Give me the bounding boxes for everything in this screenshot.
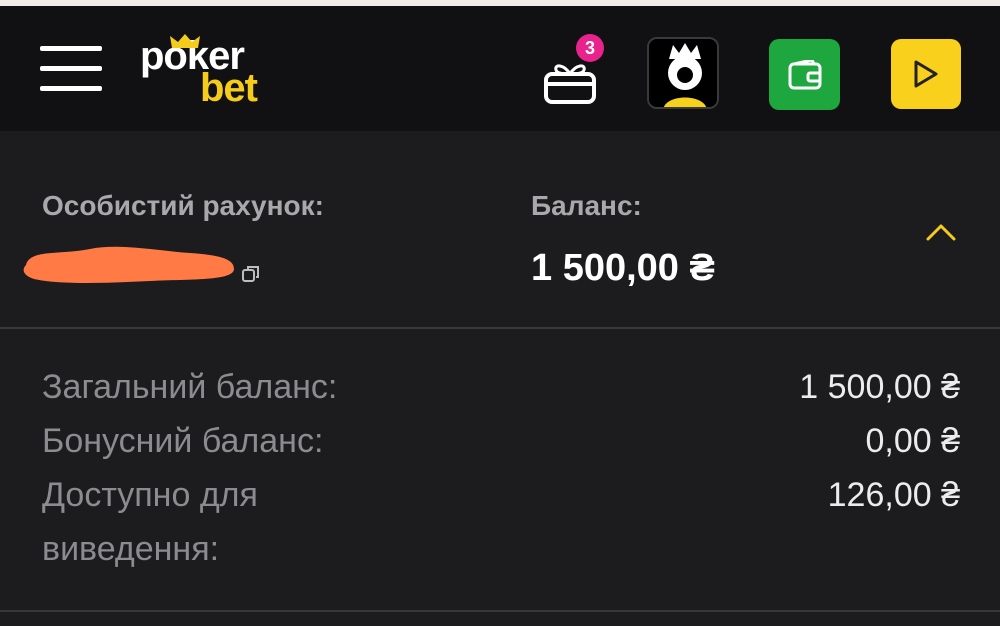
account-label: Особистий рахунок: xyxy=(42,190,324,221)
chevron-up-icon[interactable] xyxy=(924,221,958,243)
user-avatar[interactable] xyxy=(647,37,719,109)
pokerbet-logo[interactable]: poker bet xyxy=(140,34,280,110)
gift-button[interactable]: 3 xyxy=(540,34,610,110)
play-icon xyxy=(914,60,938,88)
account-summary: Особистий рахунок: Баланс: 1 500,00 ₴ xyxy=(0,131,1000,329)
withdrawable-value: 126,00 ₴ xyxy=(827,476,960,514)
balance-details: Загальний баланс: 1 500,00 ₴ Бонусний ба… xyxy=(0,330,1000,612)
logo-text-bet: bet xyxy=(200,66,258,110)
withdrawable-label: Доступно для виведення: xyxy=(42,476,258,568)
crown-icon xyxy=(170,34,200,48)
bonus-balance-label: Бонусний баланс: xyxy=(42,422,324,460)
balance-label: Баланс: xyxy=(531,190,642,221)
hamburger-menu-icon[interactable] xyxy=(40,46,102,92)
total-balance-value: 1 500,00 ₴ xyxy=(799,368,960,406)
total-balance-label: Загальний баланс: xyxy=(42,368,338,406)
gift-badge: 3 xyxy=(576,34,604,62)
wallet-icon xyxy=(788,59,821,89)
copy-icon[interactable] xyxy=(242,265,260,283)
wallet-button[interactable] xyxy=(769,39,840,110)
account-number-redacted xyxy=(23,246,234,283)
app-header: poker bet 3 xyxy=(0,6,1000,131)
play-button[interactable] xyxy=(891,39,961,109)
avatar-icon xyxy=(649,39,717,107)
bonus-balance-value: 0,00 ₴ xyxy=(865,422,960,460)
balance-value: 1 500,00 ₴ xyxy=(531,247,715,289)
